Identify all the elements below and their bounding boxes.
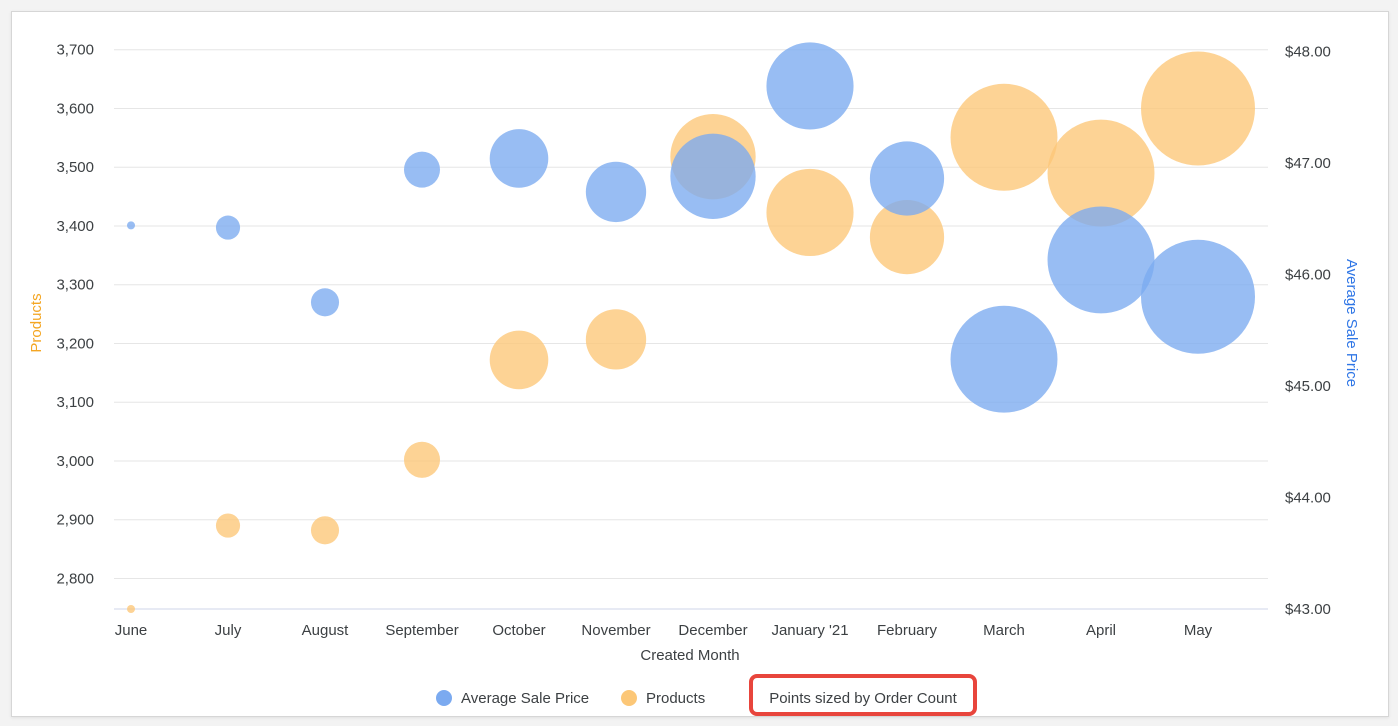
- x-tick-label: November: [581, 622, 650, 639]
- legend-label-products: Products: [646, 690, 705, 707]
- products-bubble: [1141, 51, 1255, 166]
- average-sale-price-bubble: [869, 141, 945, 216]
- products-bubble: [489, 330, 549, 390]
- products-bubble: [585, 309, 647, 370]
- x-tick-label: April: [1086, 622, 1116, 639]
- legend-item-average-sale-price[interactable]: Average Sale Price: [436, 690, 589, 707]
- x-tick-label: June: [115, 622, 148, 639]
- left-tick-label: 3,300: [56, 277, 94, 294]
- products-series: [127, 51, 1255, 613]
- legend: Average Sale Price Products Points sized…: [436, 674, 977, 716]
- x-axis-title: Created Month: [640, 647, 739, 664]
- right-tick-label: $43.00: [1285, 601, 1331, 618]
- x-tick-label: February: [877, 622, 938, 639]
- size-note: Points sized by Order Count: [769, 690, 957, 707]
- legend-label-average-sale-price: Average Sale Price: [461, 690, 589, 707]
- right-axis-ticks: $43.00 $44.00 $45.00 $46.00 $47.00 $48.00: [1285, 43, 1331, 618]
- average-sale-price-bubble: [403, 151, 441, 188]
- left-tick-label: 3,100: [56, 394, 94, 411]
- x-tick-label: October: [492, 622, 545, 639]
- left-tick-label: 3,600: [56, 100, 94, 117]
- products-bubble: [766, 168, 854, 257]
- average-sale-price-bubble: [766, 42, 854, 130]
- left-tick-label: 3,200: [56, 335, 94, 352]
- right-tick-label: $45.00: [1285, 378, 1331, 395]
- average-sale-price-bubble: [1141, 239, 1255, 354]
- left-tick-label: 2,900: [56, 512, 94, 529]
- left-tick-label: 3,400: [56, 218, 94, 235]
- legend-marker-products: [621, 690, 637, 706]
- x-tick-label: January '21: [771, 622, 848, 639]
- average-sale-price-bubble: [489, 129, 549, 188]
- x-tick-label: May: [1184, 622, 1213, 639]
- x-tick-label: December: [678, 622, 747, 639]
- products-bubble: [215, 513, 241, 538]
- chart-card: 2,800 2,900 3,000 3,100 3,200 3,300 3,400 3,500…: [11, 11, 1389, 717]
- x-axis-ticks: June July August September October November De…: [115, 622, 1213, 639]
- left-tick-label: 2,800: [56, 570, 94, 587]
- average-sale-price-bubble: [215, 215, 241, 240]
- left-tick-label: 3,500: [56, 159, 94, 176]
- left-axis-title: Products: [28, 293, 45, 352]
- legend-item-products[interactable]: Products: [621, 690, 705, 707]
- right-tick-label: $44.00: [1285, 489, 1331, 506]
- left-axis-ticks: 2,800 2,900 3,000 3,100 3,200 3,300 3,400 3,500…: [56, 42, 94, 588]
- x-tick-label: July: [215, 622, 242, 639]
- products-bubble: [403, 441, 441, 478]
- bubble-chart: 2,800 2,900 3,000 3,100 3,200 3,300 3,400 3,500…: [28, 42, 1360, 716]
- products-bubble: [127, 605, 135, 613]
- average-sale-price-bubble: [950, 305, 1058, 413]
- average-sale-price-bubble: [585, 161, 647, 223]
- right-tick-label: $47.00: [1285, 155, 1331, 172]
- average-sale-price-bubble: [1047, 206, 1155, 314]
- products-bubble: [310, 516, 340, 545]
- x-tick-label: August: [302, 622, 350, 639]
- right-axis-title: Average Sale Price: [1343, 259, 1360, 387]
- left-tick-label: 3,000: [56, 453, 94, 470]
- average-sale-price-series: [127, 42, 1255, 413]
- left-tick-label: 3,700: [56, 42, 94, 59]
- x-tick-label: March: [983, 622, 1025, 639]
- products-bubble: [950, 83, 1058, 191]
- right-tick-label: $46.00: [1285, 266, 1331, 283]
- x-tick-label: September: [385, 622, 458, 639]
- average-sale-price-bubble: [310, 288, 340, 317]
- average-sale-price-bubble: [670, 133, 756, 219]
- right-tick-label: $48.00: [1285, 43, 1331, 60]
- average-sale-price-bubble: [127, 221, 135, 230]
- legend-marker-average-sale-price: [436, 690, 452, 706]
